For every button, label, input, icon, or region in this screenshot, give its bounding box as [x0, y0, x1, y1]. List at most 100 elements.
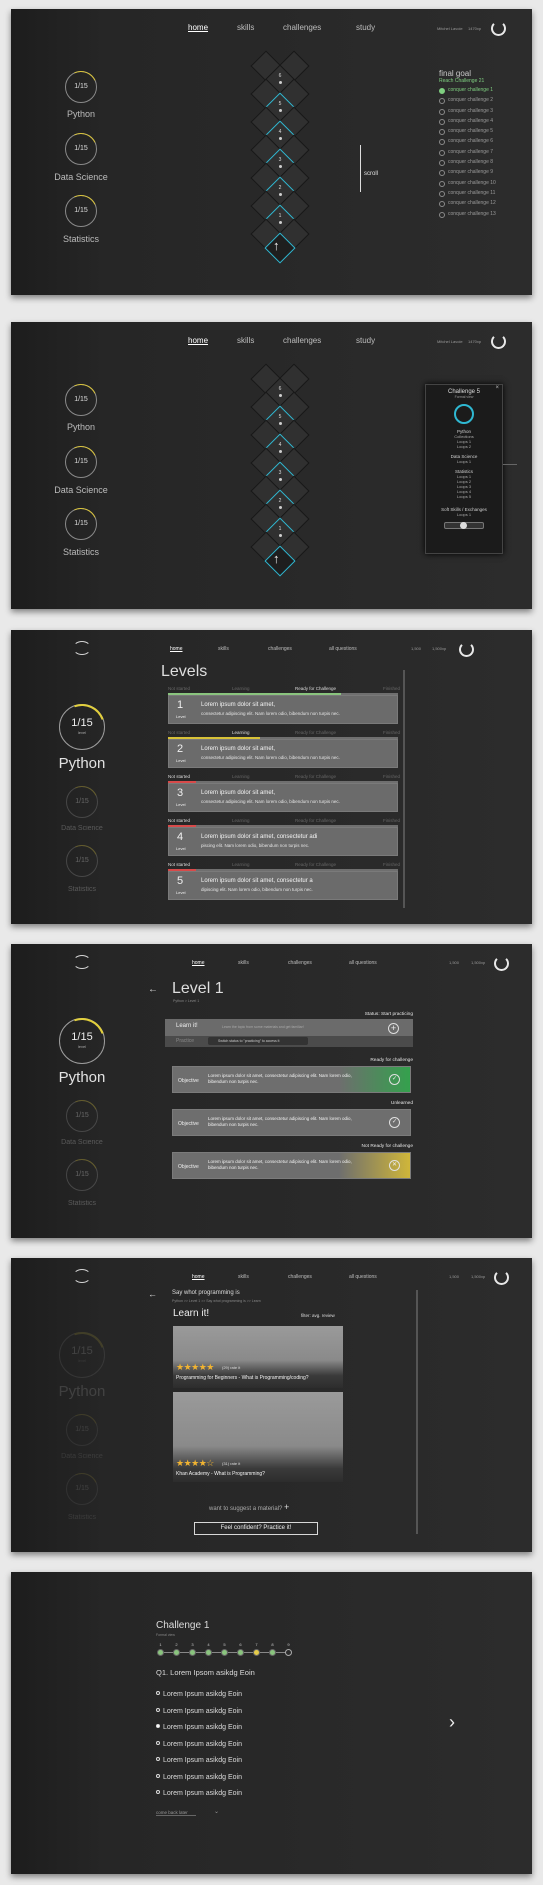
level-row[interactable]: 2 Level Lorem ipsum dolor sit amet, consect… [168, 739, 398, 768]
goal-item[interactable]: conquer challenge 1 [439, 87, 496, 97]
rating-stars[interactable]: ★★★★☆ [176, 1458, 214, 1469]
step-dot[interactable] [173, 1649, 180, 1656]
nav-challenges[interactable]: challenges [268, 646, 292, 652]
avatar[interactable] [459, 642, 474, 657]
radio-button[interactable] [156, 1740, 160, 1745]
skill-ring-python[interactable]: 1/15 level [51, 1324, 113, 1386]
up-arrow-icon[interactable]: ↑ [273, 238, 280, 253]
plus-icon[interactable]: + [388, 1023, 399, 1034]
nav-all-questions[interactable]: all questions [329, 646, 357, 652]
avatar[interactable] [491, 334, 506, 349]
scrollbar[interactable] [403, 670, 405, 908]
up-arrow-icon[interactable]: ↑ [273, 551, 280, 566]
nav-home[interactable]: home [170, 646, 183, 652]
objective-row[interactable]: Objective Lorem ipsum dolor sit amet, con… [172, 1066, 411, 1093]
nav-challenges[interactable]: challenges [283, 336, 321, 345]
practice-button[interactable]: Feel confident? Practice it! [194, 1522, 318, 1535]
level-tower[interactable]: 6 5 4 3 2 1 ↑ [233, 45, 328, 275]
filter-dropdown[interactable]: filter: avg. review [301, 1313, 335, 1318]
nav-skills[interactable]: skills [238, 960, 249, 966]
goal-item[interactable]: conquer challenge 4 [439, 118, 496, 128]
nav-skills[interactable]: skills [237, 23, 254, 32]
nav-home[interactable]: home [192, 1274, 205, 1280]
objective-row[interactable]: Objective Lorem ipsum dolor sit amet, con… [172, 1152, 411, 1179]
check-icon[interactable]: ✓ [389, 1117, 400, 1128]
step-dot[interactable] [205, 1649, 212, 1656]
plus-icon[interactable]: + [284, 1502, 289, 1512]
goal-item[interactable]: conquer challenge 7 [439, 149, 496, 159]
back-arrow-icon[interactable]: ← [148, 1289, 157, 1299]
nav-study[interactable]: study [356, 336, 375, 345]
radio-button[interactable] [156, 1691, 160, 1695]
close-icon[interactable]: ✕ [389, 1160, 400, 1171]
answer-option[interactable]: Lorem Ipsum asikdg Eoin [156, 1707, 242, 1715]
material-card[interactable]: ★★★★★ (29) rate it Programming for Begin… [173, 1326, 343, 1388]
step-dot[interactable] [189, 1649, 196, 1656]
nav-challenges[interactable]: challenges [283, 23, 321, 32]
step-dot[interactable] [253, 1649, 260, 1656]
goal-item[interactable]: conquer challenge 10 [439, 180, 496, 190]
nav-skills[interactable]: skills [238, 1274, 249, 1280]
skill-ring-python[interactable]: 1/15 [60, 379, 102, 421]
goal-item[interactable]: conquer challenge 11 [439, 190, 496, 200]
skill-ring-statistics[interactable]: 1/15 [61, 1468, 103, 1510]
level-row[interactable]: 4 Level Lorem ipsum dolor sit amet, consec… [168, 827, 398, 856]
level-row[interactable]: 5 Level Lorem ipsum dolor sit amet, consec… [168, 871, 398, 900]
goal-item[interactable]: conquer challenge 8 [439, 159, 496, 169]
goal-item[interactable]: conquer challenge 13 [439, 211, 496, 221]
avatar[interactable] [494, 956, 509, 971]
skill-ring-python[interactable]: 1/15 level [51, 1010, 113, 1072]
avatar[interactable] [494, 1270, 509, 1285]
popup-start-button[interactable] [444, 522, 484, 529]
step-dot[interactable] [237, 1649, 244, 1656]
goal-item[interactable]: conquer challenge 9 [439, 169, 496, 179]
level-tower[interactable]: 6 5 4 3 2 1 ↑ [233, 358, 328, 598]
suggest-material[interactable]: want to suggest a material? + [209, 1502, 289, 1512]
back-arrow-icon[interactable]: ← [148, 984, 158, 995]
nav-home[interactable]: home [188, 23, 208, 32]
nav-all-questions[interactable]: all questions [349, 960, 377, 966]
nav-home[interactable]: home [192, 960, 205, 966]
level-row[interactable]: 3 Level Lorem ipsum dolor sit amet, consect… [168, 783, 398, 812]
nav-all-questions[interactable]: all questions [349, 1274, 377, 1280]
step-dot[interactable] [221, 1649, 228, 1656]
radio-button[interactable] [156, 1724, 160, 1728]
skill-ring-statistics[interactable]: 1/15 [61, 840, 103, 882]
rating-count[interactable]: (29) rate it [222, 1365, 240, 1370]
answer-option[interactable]: Lorem Ipsum asikdg Eoin [156, 1740, 242, 1748]
radio-button[interactable] [156, 1790, 160, 1794]
practice-bar[interactable]: Practice Switch status to "practicing" t… [165, 1036, 413, 1047]
skill-ring-statistics[interactable]: 1/15 [60, 503, 102, 545]
skill-ring-data-science[interactable]: 1/15 [61, 781, 103, 823]
skill-ring-data-science[interactable]: 1/15 [60, 128, 102, 170]
nav-home[interactable]: home [188, 336, 208, 345]
skill-ring-data-science[interactable]: 1/15 [61, 1095, 103, 1137]
come-back-later-select[interactable]: come back later ⌄ [156, 1809, 219, 1816]
level-row[interactable]: 1 Level Lorem ipsum dolor sit amet, consect… [168, 695, 398, 724]
nav-challenges[interactable]: challenges [288, 960, 312, 966]
answer-option[interactable]: Lorem Ipsum asikdg Eoin [156, 1691, 242, 1698]
radio-button[interactable] [156, 1773, 160, 1778]
goal-item[interactable]: conquer challenge 2 [439, 97, 496, 107]
check-icon[interactable]: ✓ [389, 1074, 400, 1085]
scrollbar[interactable] [416, 1290, 418, 1534]
nav-challenges[interactable]: challenges [288, 1274, 312, 1280]
close-icon[interactable]: × [495, 385, 499, 391]
learn-bar[interactable]: Learn it! Learn the topic from some mate… [165, 1019, 413, 1036]
step-dot[interactable] [269, 1649, 276, 1656]
skill-ring-python[interactable]: 1/15 level [51, 696, 113, 758]
rating-count[interactable]: (31) rate it [222, 1461, 240, 1466]
goal-item[interactable]: conquer challenge 6 [439, 138, 496, 148]
nav-study[interactable]: study [356, 23, 375, 32]
material-card[interactable]: ★★★★☆ (31) rate it Khan Academy - What i… [173, 1392, 343, 1482]
skill-ring-data-science[interactable]: 1/15 [60, 441, 102, 483]
next-arrow-icon[interactable]: › [449, 1712, 455, 1733]
goal-item[interactable]: conquer challenge 5 [439, 128, 496, 138]
radio-button[interactable] [156, 1707, 160, 1712]
avatar[interactable] [491, 21, 506, 36]
step-dot[interactable] [285, 1649, 292, 1656]
answer-option[interactable]: Lorem Ipsum asikdg Eoin [156, 1757, 242, 1764]
nav-skills[interactable]: skills [218, 646, 229, 652]
objective-row[interactable]: Objective Lorem ipsum dolor sit amet, con… [172, 1109, 411, 1136]
radio-button[interactable] [156, 1757, 160, 1761]
